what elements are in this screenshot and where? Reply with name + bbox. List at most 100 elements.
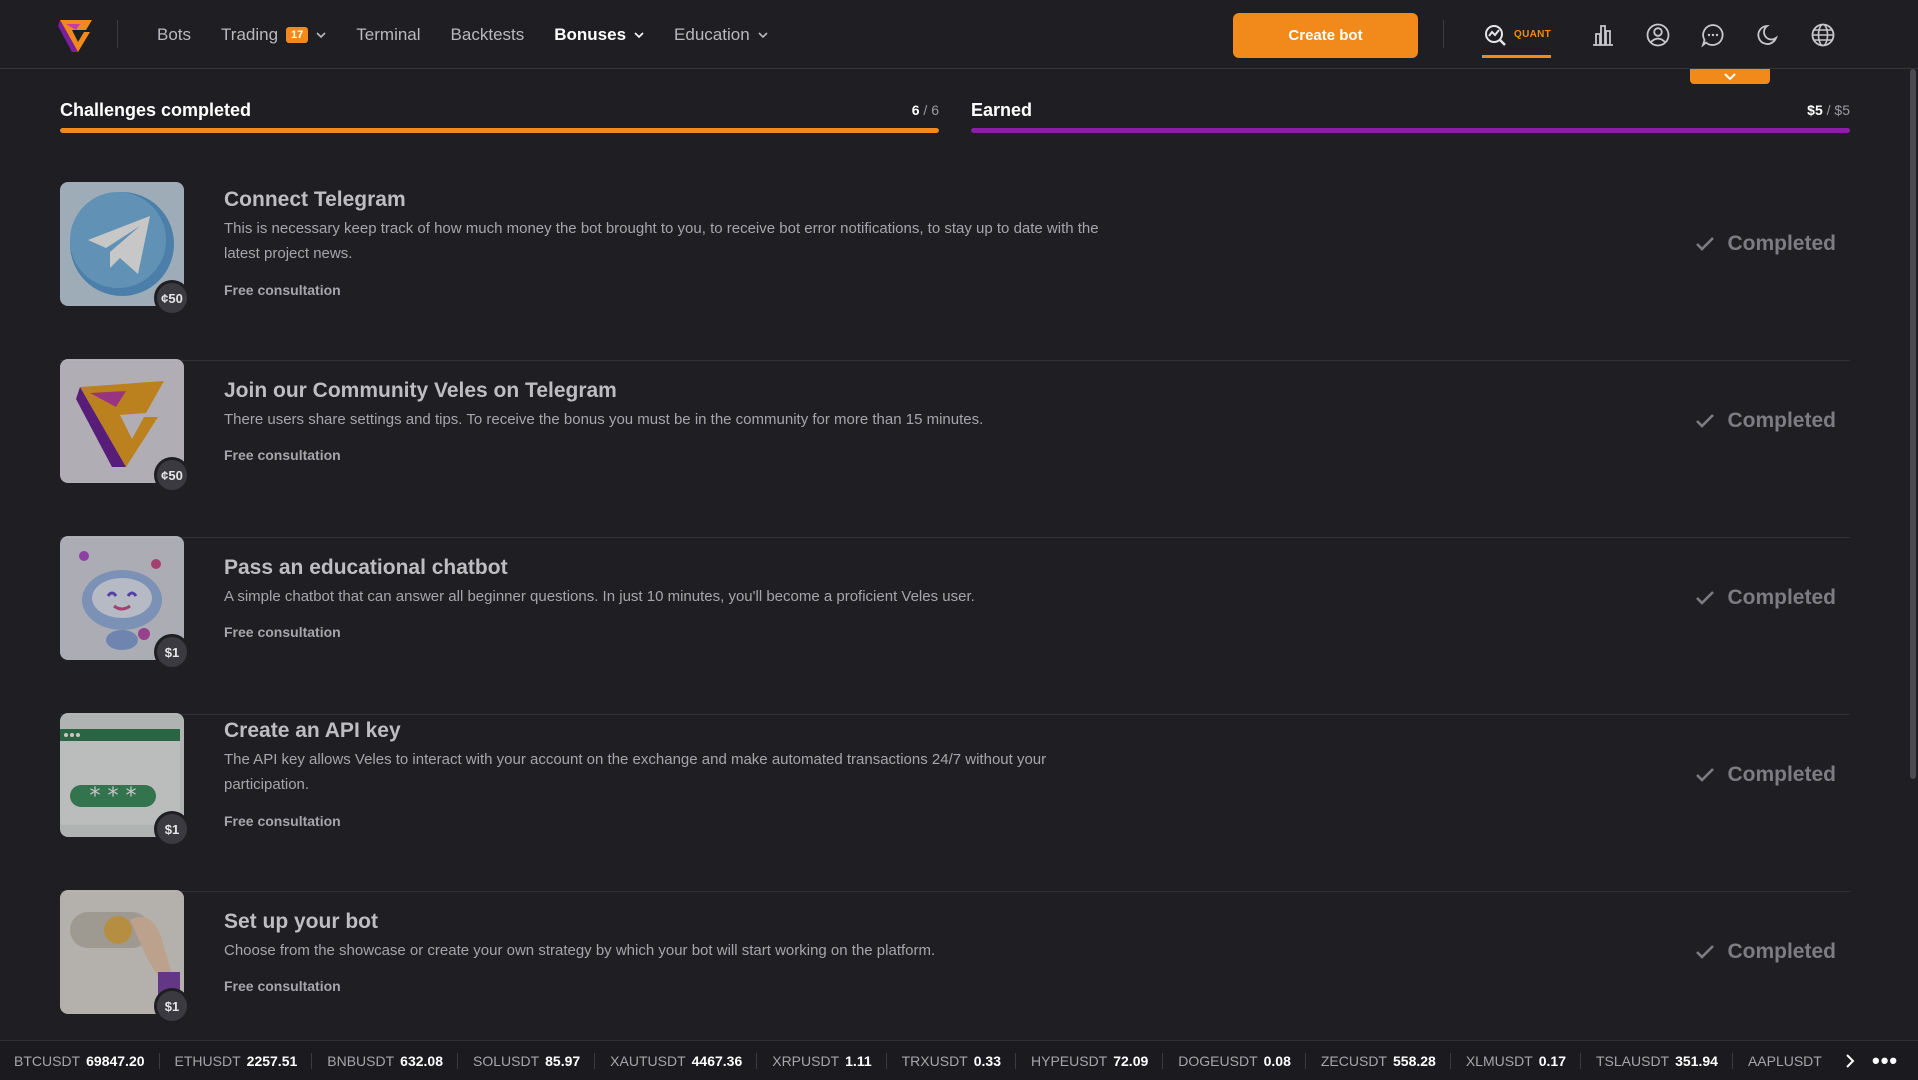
nav-item-label: Terminal <box>356 24 421 44</box>
page-scrollbar[interactable] <box>1910 69 1916 779</box>
ticker-item[interactable]: XRPUSDT 1.11 <box>772 1052 887 1069</box>
status-label: Completed <box>1727 940 1836 963</box>
nav-item-education[interactable]: Education <box>674 25 768 45</box>
ticker-symbol: BTCUSDT <box>14 1052 81 1069</box>
check-icon <box>1696 591 1715 605</box>
ticker-symbol: DOGEUSDT <box>1178 1052 1258 1069</box>
chat-icon[interactable] <box>1700 22 1726 48</box>
earned-total: $5 <box>1834 102 1850 118</box>
ticker-item[interactable]: XAUTUSDT 4467.36 <box>610 1052 758 1069</box>
earned-done: $5 <box>1807 102 1823 118</box>
quant-chart-icon <box>1485 24 1506 46</box>
nav-item-backtests[interactable]: Backtests <box>451 25 525 45</box>
challenge-item: $1 Pass an educational chatbot A simple ch… <box>60 536 1850 715</box>
chart-bar-icon[interactable] <box>1590 22 1616 48</box>
nav-divider-right <box>1443 20 1444 48</box>
challenges-progress-fill <box>60 128 939 133</box>
nav-divider <box>117 20 118 48</box>
free-consultation-link[interactable]: Free consultation <box>224 282 341 298</box>
reward-badge: ¢50 <box>154 457 190 493</box>
ticker-price: 72.09 <box>1113 1052 1149 1069</box>
ticker-item[interactable]: DOGEUSDT 0.08 <box>1178 1052 1306 1069</box>
chevron-down-icon <box>316 31 326 38</box>
ticker-price: 69847.20 <box>86 1052 145 1069</box>
challenge-item: ¢50 Connect Telegram This is necessary kee… <box>60 182 1850 361</box>
earned-progress-title: Earned <box>971 100 1033 120</box>
check-icon <box>1696 237 1715 251</box>
globe-icon[interactable] <box>1810 22 1836 48</box>
reward-badge: $1 <box>154 634 190 670</box>
ticker-item[interactable]: HYPEUSDT 72.09 <box>1031 1052 1164 1069</box>
ticker-price: 1.11 <box>845 1052 872 1069</box>
check-icon <box>1696 768 1715 782</box>
ticker-item[interactable]: SOLUSDT 85.97 <box>473 1052 596 1069</box>
nav-item-trading[interactable]: Trading 17 <box>221 25 326 45</box>
challenge-description: The API key allows Veles to interact wit… <box>224 751 1047 793</box>
challenge-title: Join our Community Veles on Telegram <box>224 379 617 402</box>
chevron-down-icon <box>634 31 644 38</box>
nav-item-label: Education <box>674 24 750 44</box>
ticker-price: 0.33 <box>973 1052 1001 1069</box>
ticker-item[interactable]: TSLAUSDT 351.94 <box>1595 1052 1733 1069</box>
svg-text:* * *: * * * <box>90 784 137 809</box>
challenge-description: This is necessary keep track of how much… <box>224 220 1099 262</box>
nav-item-bots[interactable]: Bots <box>157 25 191 45</box>
moon-icon[interactable] <box>1755 22 1781 48</box>
nav-item-label: Backtests <box>450 24 525 44</box>
challenge-title: Pass an educational chatbot <box>224 556 508 579</box>
completed-status: Completed <box>1695 409 1836 433</box>
collapse-tab[interactable] <box>1690 69 1770 84</box>
ticker-item[interactable]: AAPLUSDT <box>1748 1053 1830 1069</box>
ticker-symbol: SOLUSDT <box>473 1052 540 1069</box>
reward-badge: $1 <box>154 988 190 1024</box>
user-circle-icon[interactable] <box>1645 22 1671 48</box>
challenges-done: 6 <box>911 102 920 118</box>
ticker-symbol: ZECUSDT <box>1320 1052 1387 1069</box>
earned-progress-bar <box>971 128 1850 133</box>
ticker-items: BTCUSDT 69847.20 ETHUSDT 2257.51 BNBUSDT 632.… <box>0 1052 1830 1069</box>
ticker-symbol: HYPEUSDT <box>1031 1052 1108 1069</box>
ticker-item[interactable]: XLMUSDT 0.17 <box>1466 1052 1581 1069</box>
free-consultation-link[interactable]: Free consultation <box>224 447 341 463</box>
ticker-price: 0.17 <box>1538 1052 1566 1069</box>
ticker-item[interactable]: ZECUSDT 558.28 <box>1320 1052 1451 1069</box>
chevron-right-icon[interactable] <box>1840 1051 1860 1071</box>
ticker-symbol: XRPUSDT <box>772 1052 840 1069</box>
status-label: Completed <box>1727 232 1836 255</box>
ticker-item[interactable]: BTCUSDT 69847.20 <box>14 1052 160 1069</box>
reward-badge: $1 <box>154 811 190 847</box>
challenges-progress-title: Challenges completed <box>60 100 252 120</box>
ticker-item[interactable]: ETHUSDT 2257.51 <box>174 1052 313 1069</box>
ticker-symbol: ETHUSDT <box>174 1052 241 1069</box>
free-consultation-link[interactable]: Free consultation <box>224 813 341 829</box>
create-bot-button[interactable]: Create bot <box>1233 13 1418 58</box>
price-ticker: BTCUSDT 69847.20 ETHUSDT 2257.51 BNBUSDT 632.… <box>0 1040 1918 1080</box>
ticker-symbol: BNBUSDT <box>327 1052 395 1069</box>
nav-badge: 17 <box>286 26 309 43</box>
quant-tab[interactable]: QUANT <box>1482 18 1552 58</box>
chevron-down-icon <box>1724 72 1736 80</box>
veles-logo-icon[interactable] <box>58 16 94 54</box>
ticker-price: 2257.51 <box>246 1052 298 1069</box>
ticker-symbol: TSLAUSDT <box>1595 1052 1670 1069</box>
ticker-price: 558.28 <box>1393 1052 1436 1069</box>
ticker-symbol: XAUTUSDT <box>610 1052 686 1069</box>
challenge-item: * * * $1 Create an API key The API key allo… <box>60 713 1850 892</box>
completed-status: Completed <box>1695 232 1836 256</box>
nav-item-terminal[interactable]: Terminal <box>356 25 420 45</box>
completed-status: Completed <box>1695 763 1836 787</box>
challenge-item: ¢50 Join our Community Veles on Telegram T… <box>60 359 1850 538</box>
quant-label: QUANT <box>1514 29 1552 40</box>
challenges-progress-count: 6 / 6 <box>911 102 939 118</box>
challenges-progress: Challenges completed 6 / 6 <box>60 98 939 136</box>
ticker-symbol: AAPLUSDT <box>1747 1052 1822 1069</box>
nav-item-bonuses[interactable]: Bonuses <box>554 25 644 45</box>
ticker-item[interactable]: TRXUSDT 0.33 <box>902 1052 1016 1069</box>
check-icon <box>1696 945 1715 959</box>
free-consultation-link[interactable]: Free consultation <box>224 624 341 640</box>
free-consultation-link[interactable]: Free consultation <box>224 978 341 994</box>
top-navigation: Bots Trading 17 Terminal Backtests Bonuses Edu… <box>0 0 1918 69</box>
more-dots-icon[interactable]: ••• <box>1872 1050 1898 1072</box>
ticker-item[interactable]: BNBUSDT 632.08 <box>327 1052 458 1069</box>
status-label: Completed <box>1727 586 1836 609</box>
